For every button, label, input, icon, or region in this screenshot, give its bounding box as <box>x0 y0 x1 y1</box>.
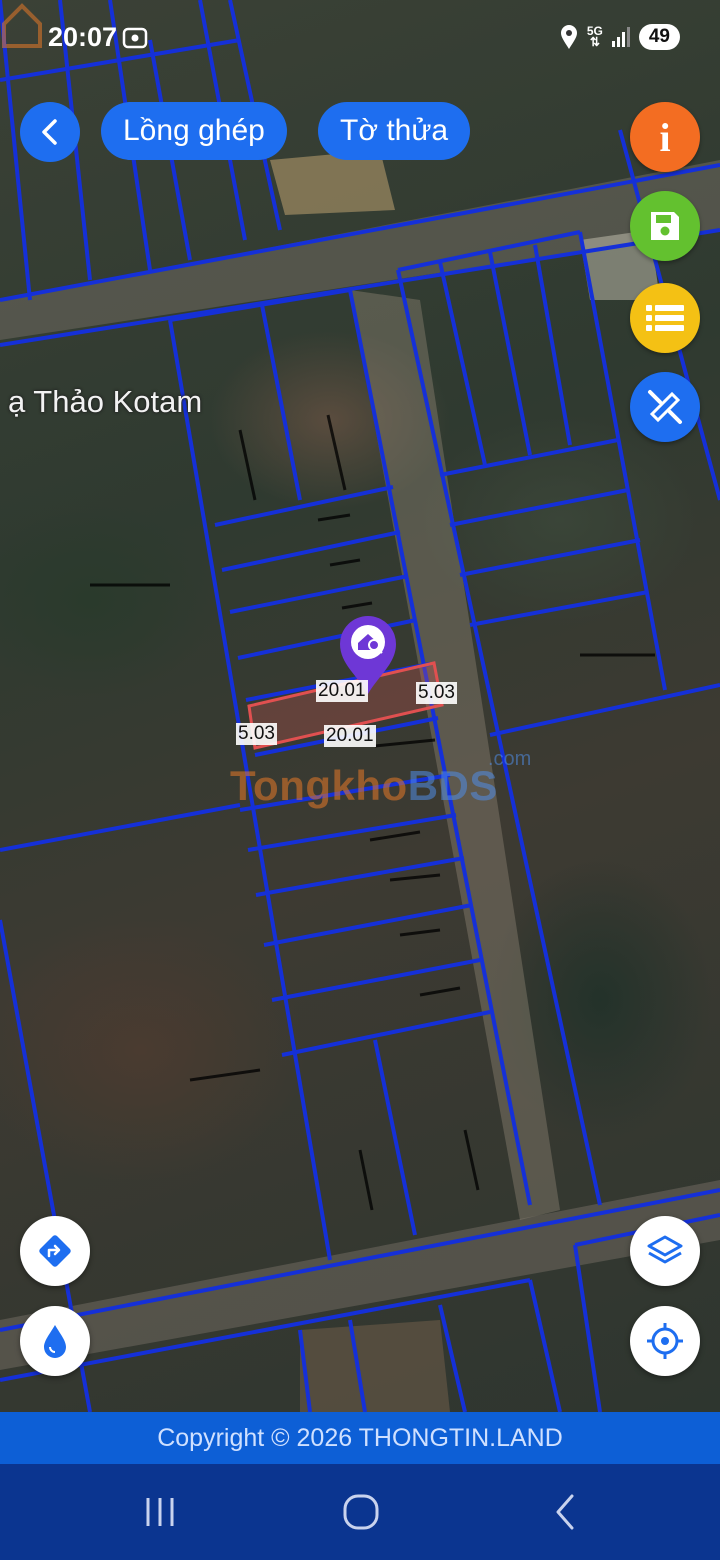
crosshair-icon <box>647 1323 683 1359</box>
home-icon <box>343 1494 379 1530</box>
list-button[interactable] <box>630 283 700 353</box>
measure-bottom-length: 20.01 <box>324 725 376 747</box>
direction-icon <box>39 1235 71 1267</box>
measure-right-width: 5.03 <box>416 682 457 704</box>
water-drop-icon <box>44 1325 66 1358</box>
parcel-overlay <box>0 0 720 1412</box>
location-icon <box>560 25 577 49</box>
measure-button[interactable] <box>630 372 700 442</box>
locate-button[interactable] <box>630 1306 700 1376</box>
measure-left-width: 5.03 <box>236 723 277 745</box>
system-back-icon <box>556 1494 574 1530</box>
list-icon <box>646 305 684 331</box>
back-button[interactable] <box>20 102 80 162</box>
battery-level: 49 <box>638 24 680 50</box>
screen-record-icon <box>122 26 148 55</box>
watermark-part2: BDS <box>407 762 498 809</box>
status-icons: 5G ⇅ 49 <box>559 24 680 50</box>
info-button[interactable]: i <box>630 102 700 172</box>
system-back-button[interactable] <box>548 1490 582 1539</box>
satellite-map[interactable]: ạ Thảo Kotam 20.01 5.03 5.03 20.01 Tongk… <box>0 0 720 1412</box>
water-button[interactable] <box>20 1306 90 1376</box>
signal-icon <box>611 27 630 47</box>
home-button[interactable] <box>340 1490 384 1539</box>
layers-icon <box>647 1235 683 1264</box>
place-label: ạ Thảo Kotam <box>8 384 203 419</box>
status-time: 20:07 <box>48 22 118 52</box>
watermark-suffix: .com <box>488 748 532 770</box>
save-button[interactable] <box>630 191 700 261</box>
measure-top-length: 20.01 <box>316 680 368 702</box>
network-type: 5G ⇅ <box>586 24 603 49</box>
system-navigation-bar <box>0 1464 720 1560</box>
watermark-house-icon <box>2 3 42 48</box>
parcel-button[interactable]: Tờ thửa <box>318 102 471 160</box>
overlay-button[interactable]: Lồng ghép <box>101 102 287 160</box>
info-icon: i <box>659 114 671 160</box>
chevron-left-icon <box>42 119 57 145</box>
directions-button[interactable] <box>20 1216 90 1286</box>
recent-apps-button[interactable] <box>140 1490 180 1539</box>
watermark: TongkhoBDS <box>180 762 498 810</box>
layers-button[interactable] <box>630 1216 700 1286</box>
watermark-part1: Tongkho <box>230 762 408 809</box>
copyright-footer: Copyright © 2026 THONGTIN.LAND <box>0 1412 720 1464</box>
ruler-pencil-icon <box>648 390 682 424</box>
recent-apps-icon <box>146 1498 174 1526</box>
save-icon <box>651 212 679 240</box>
